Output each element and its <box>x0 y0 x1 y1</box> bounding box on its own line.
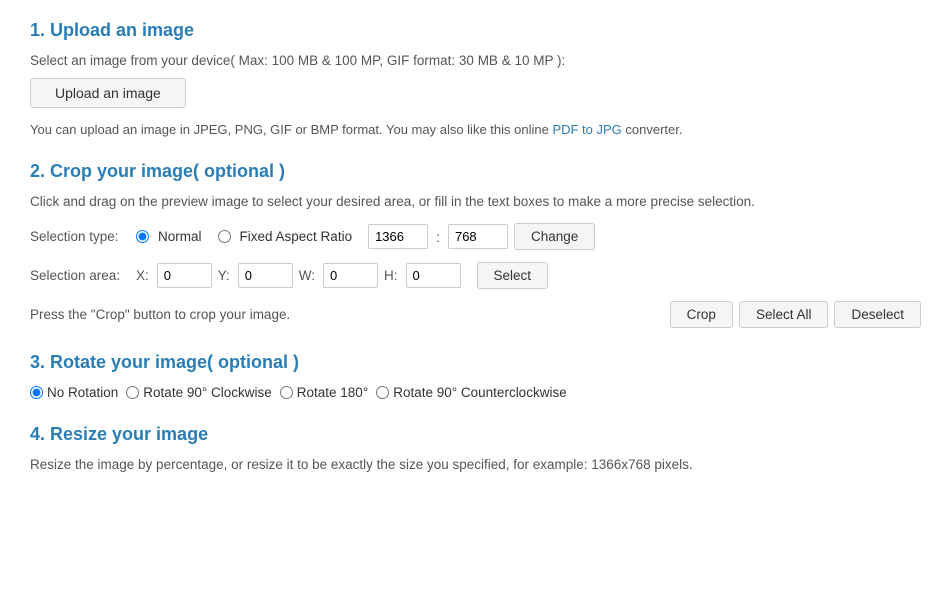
resize-description: Resize the image by percentage, or resiz… <box>30 457 921 472</box>
r180-option: Rotate 180° <box>280 385 368 400</box>
upload-info-text: You can upload an image in JPEG, PNG, GI… <box>30 122 552 137</box>
y-input[interactable] <box>238 263 293 288</box>
normal-radio-label: Normal <box>158 229 202 244</box>
fixed-ratio-radio[interactable] <box>218 230 231 243</box>
upload-description: Select an image from your device( Max: 1… <box>30 53 921 68</box>
no-rotation-radio[interactable] <box>30 386 43 399</box>
upload-info-suffix: converter. <box>622 122 683 137</box>
crop-prompt-text: Press the "Crop" button to crop your ima… <box>30 307 670 322</box>
ccw90-radio[interactable] <box>376 386 389 399</box>
rotate-heading: 3. Rotate your image( optional ) <box>30 352 921 373</box>
deselect-button[interactable]: Deselect <box>834 301 921 328</box>
w-input[interactable] <box>323 263 378 288</box>
aspect-width-input[interactable] <box>368 224 428 249</box>
upload-info: You can upload an image in JPEG, PNG, GI… <box>30 122 921 137</box>
no-rotation-label: No Rotation <box>47 385 118 400</box>
select-button[interactable]: Select <box>477 262 549 289</box>
rotate-section: 3. Rotate your image( optional ) No Rota… <box>30 352 921 400</box>
select-all-button[interactable]: Select All <box>739 301 829 328</box>
aspect-separator: : <box>436 229 440 245</box>
selection-type-label: Selection type: <box>30 229 130 244</box>
ccw90-option: Rotate 90° Counterclockwise <box>376 385 566 400</box>
selection-area-label: Selection area: <box>30 268 130 283</box>
crop-buttons-row: Press the "Crop" button to crop your ima… <box>30 301 921 328</box>
selection-type-group: Normal Fixed Aspect Ratio : Change <box>136 223 595 250</box>
aspect-height-input[interactable] <box>448 224 508 249</box>
upload-button[interactable]: Upload an image <box>30 78 186 108</box>
resize-heading: 4. Resize your image <box>30 424 921 445</box>
crop-heading: 2. Crop your image( optional ) <box>30 161 921 182</box>
upload-section: 1. Upload an image Select an image from … <box>30 20 921 137</box>
cw90-option: Rotate 90° Clockwise <box>126 385 271 400</box>
rotate-options-group: No Rotation Rotate 90° Clockwise Rotate … <box>30 385 921 400</box>
h-input[interactable] <box>406 263 461 288</box>
crop-section: 2. Crop your image( optional ) Click and… <box>30 161 921 328</box>
fixed-ratio-label: Fixed Aspect Ratio <box>240 229 353 244</box>
upload-heading: 1. Upload an image <box>30 20 921 41</box>
r180-label: Rotate 180° <box>297 385 368 400</box>
ccw90-label: Rotate 90° Counterclockwise <box>393 385 566 400</box>
change-button[interactable]: Change <box>514 223 595 250</box>
no-rotation-option: No Rotation <box>30 385 118 400</box>
resize-section: 4. Resize your image Resize the image by… <box>30 424 921 472</box>
selection-type-row: Selection type: Normal Fixed Aspect Rati… <box>30 223 921 250</box>
selection-area-row: Selection area: X: Y: W: H: Select <box>30 262 921 289</box>
w-label: W: <box>299 268 315 283</box>
crop-button[interactable]: Crop <box>670 301 733 328</box>
r180-radio[interactable] <box>280 386 293 399</box>
normal-radio[interactable] <box>136 230 149 243</box>
pdf-to-jpg-link[interactable]: PDF to JPG <box>552 122 621 137</box>
h-label: H: <box>384 268 398 283</box>
x-label: X: <box>136 268 149 283</box>
y-label: Y: <box>218 268 230 283</box>
cw90-radio[interactable] <box>126 386 139 399</box>
crop-description: Click and drag on the preview image to s… <box>30 194 921 209</box>
crop-actions: Crop Select All Deselect <box>670 301 921 328</box>
cw90-label: Rotate 90° Clockwise <box>143 385 271 400</box>
x-input[interactable] <box>157 263 212 288</box>
